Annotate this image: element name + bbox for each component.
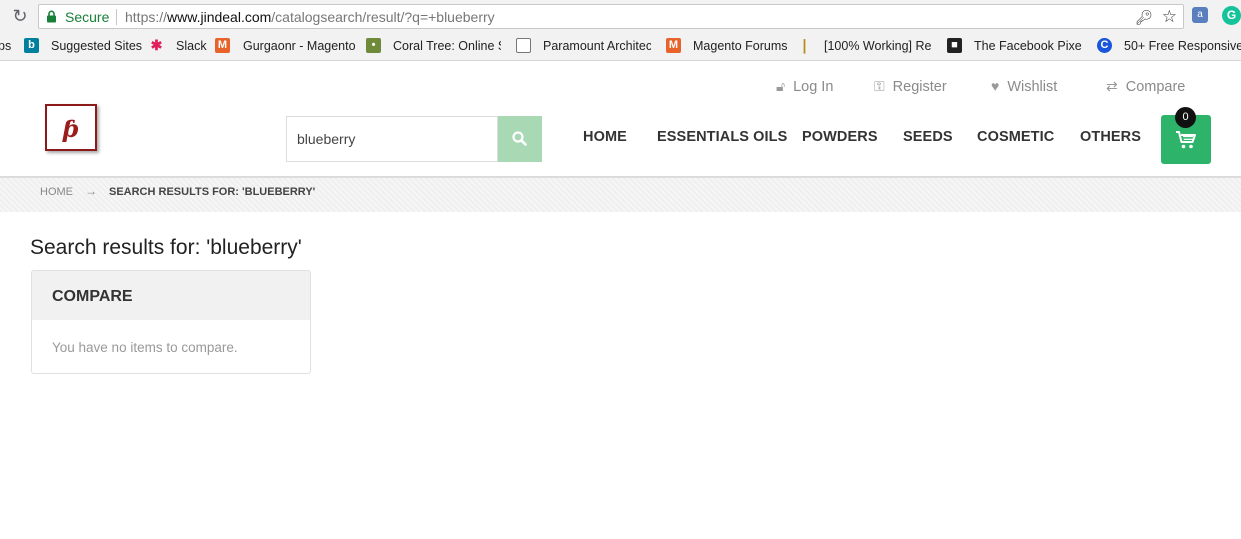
site-logo[interactable]: ƥ [45,104,97,151]
page-title: Search results for: 'blueberry' [30,236,302,259]
cart-count-badge: 0 [1175,107,1196,128]
nav-home[interactable]: HOME [583,129,627,145]
url-scheme: https:// [125,9,168,25]
magento-icon: M [215,38,230,53]
address-bar[interactable]: Secure https://www.jindeal.com/catalogse… [38,4,1184,29]
compare-link[interactable]: ⇄ Compare [1106,78,1185,95]
grammarly-icon[interactable]: G [1222,6,1241,25]
key-icon[interactable]: 🔑︎ [1135,9,1153,26]
bookmark-magento-forums[interactable]: Magento Forums [693,39,787,53]
breadcrumb-current: SEARCH RESULTS FOR: 'BLUEBERRY' [109,186,316,198]
reload-icon[interactable]: ↻ [10,6,30,26]
login-label: Log In [793,79,834,95]
lock-icon [47,10,56,23]
compare-block: COMPARE You have no items to compare. [31,270,311,374]
bookmark-paramount-architect[interactable]: Paramount Architect [543,39,651,53]
page-icon [516,38,531,53]
wishlist-label: Wishlist [1007,79,1058,95]
url-path: /catalogsearch/result/?q=+blueberry [271,9,495,25]
bookmark-apps[interactable]: ps [0,39,11,53]
url-text[interactable]: https://www.jindeal.com/catalogsearch/re… [125,9,495,25]
bookmark-free-responsive[interactable]: 50+ Free Responsive [1124,39,1241,53]
slack-icon: ✱ [150,37,163,53]
extension-icon[interactable]: a [1192,7,1208,23]
pixel-icon: ■ [947,38,962,53]
bookmark-slack[interactable]: Slack [176,39,207,53]
breadcrumb-arrow-icon: → [85,184,97,198]
compare-header: COMPARE [32,271,310,320]
nav-essentials-oils[interactable]: ESSENTIALS OILS [657,129,787,145]
search-button[interactable] [498,116,542,162]
bookmark-100-working[interactable]: [100% Working] Rem [824,39,932,53]
bookmark-coral-tree[interactable]: Coral Tree: Online Sh [393,39,501,53]
lock-icon: 🔓︎ [776,78,786,94]
key-icon: ⚿ [874,78,885,94]
nav-cosmetic[interactable]: COSMETIC [977,129,1054,145]
address-separator [116,9,117,25]
nav-powders[interactable]: POWDERS [802,129,878,145]
retweet-icon: ⇄ [1106,78,1118,94]
wishlist-link[interactable]: ♥ Wishlist [991,78,1057,95]
login-link[interactable]: 🔓︎ Log In [776,78,833,95]
search-input[interactable] [297,117,492,161]
responsive-icon: C [1097,38,1112,53]
coral-tree-icon: • [366,38,381,53]
bookmark-suggested-sites[interactable]: Suggested Sites [51,39,142,53]
search-icon [512,131,527,146]
bookmark-gurgaonr-magento[interactable]: Gurgaonr - Magento [243,39,355,53]
search-box [286,116,498,162]
heart-icon: ♥ [991,78,1000,94]
compare-empty-message: You have no items to compare. [52,340,238,355]
shopping-cart-icon [1176,131,1196,149]
compare-title: COMPARE [52,288,133,305]
header-top-links: 🔓︎ Log In ⚿ Register ♥ Wishlist ⇄ Compare [0,78,1241,98]
nav-seeds[interactable]: SEEDS [903,129,953,145]
compare-label: Compare [1125,79,1186,95]
bookmarks-bar: ps b Suggested Sites ✱ Slack M Gurgaonr … [0,33,1241,61]
breadcrumb-home[interactable]: HOME [40,186,73,198]
bookmark-star-icon[interactable]: ☆ [1162,7,1177,27]
browser-address-row: ↻ Secure https://www.jindeal.com/catalog… [0,0,1241,33]
bing-icon: b [24,38,39,53]
pin-icon: ❘ [798,37,811,53]
magento-forums-icon: M [666,38,681,53]
nav-others[interactable]: OTHERS [1080,129,1141,145]
url-host: www.jindeal.com [167,9,272,25]
register-link[interactable]: ⚿ Register [874,78,947,95]
logo-mark-icon: ƥ [62,114,79,143]
secure-label: Secure [65,9,110,25]
register-label: Register [892,79,947,95]
bookmark-facebook-pixel[interactable]: The Facebook Pixel: T [974,39,1082,53]
